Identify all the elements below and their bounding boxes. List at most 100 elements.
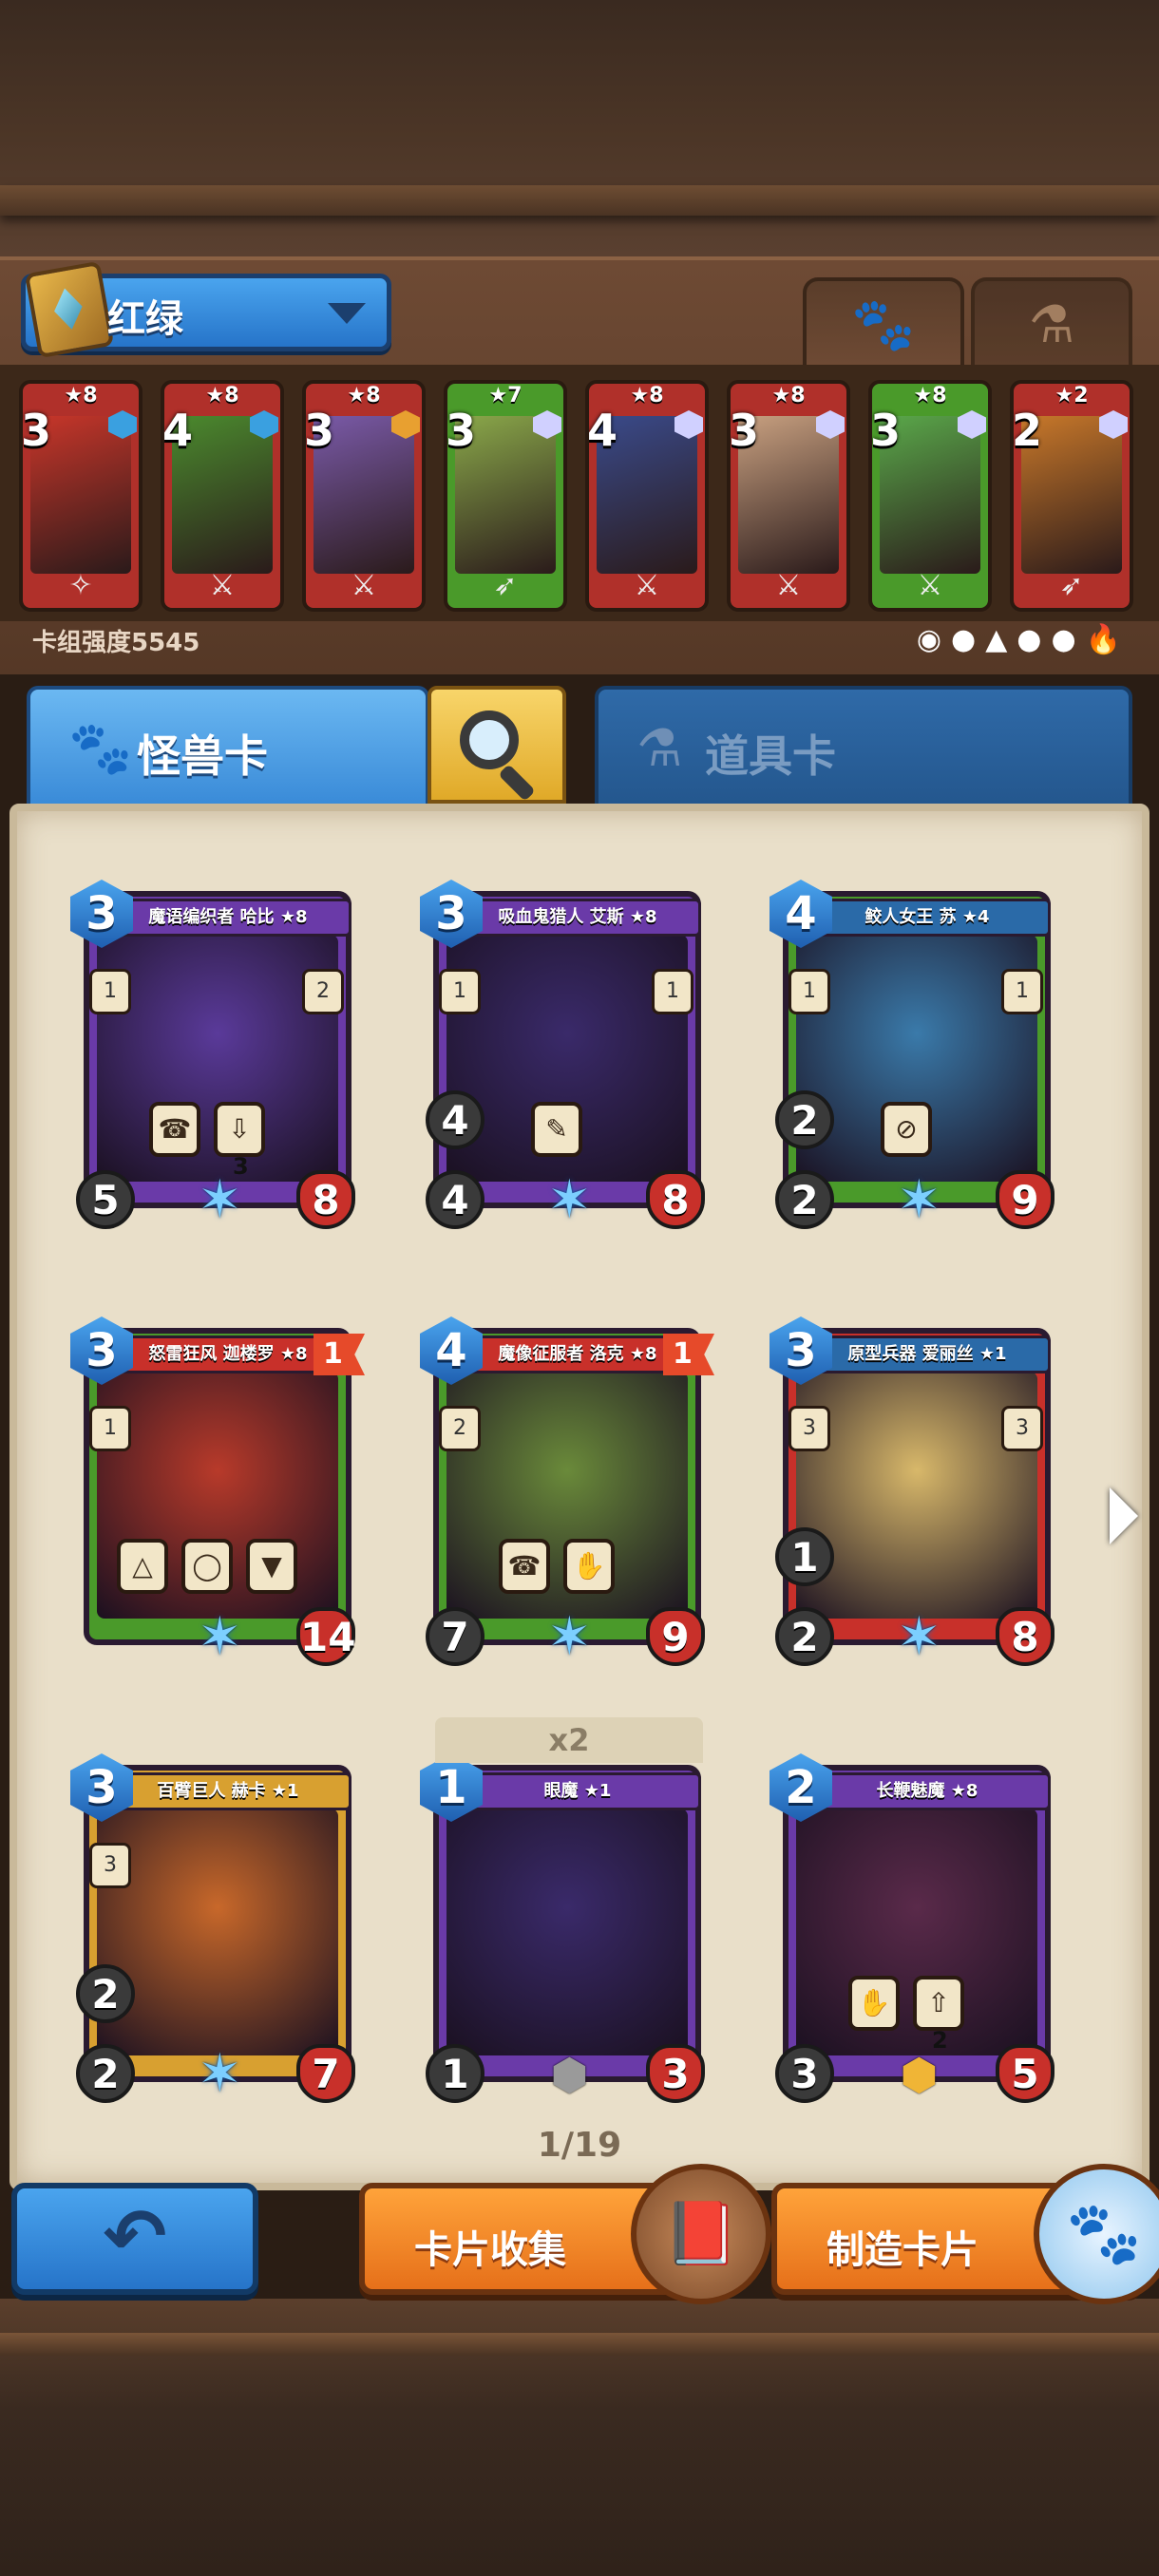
card-collection-button[interactable]: 卡片收集 📕 bbox=[359, 2164, 771, 2304]
search-button[interactable] bbox=[428, 686, 566, 804]
deck-card[interactable]: ★8 3 ⚔ bbox=[868, 380, 992, 612]
card-art bbox=[97, 1809, 338, 2055]
rarity-star-icon: ✶ bbox=[197, 1606, 242, 1668]
card-cost: 4 bbox=[162, 405, 194, 456]
card-health: 8 bbox=[296, 1170, 355, 1229]
card-extra-stat: 4 bbox=[426, 1090, 484, 1149]
deck-card[interactable]: ★7 3 ➶ bbox=[444, 380, 567, 612]
rarity-star-icon: ✶ bbox=[197, 2043, 242, 2105]
collection-card[interactable]: 眼魔 ★1 1 1 3 ⬢ bbox=[420, 1752, 705, 2103]
card-side-stat-left: 2 bbox=[439, 1406, 481, 1451]
paw-icon: 🐾 bbox=[68, 718, 133, 778]
collection-card[interactable]: 鲛人女王 苏 ★4 4 1 1 2 2 9 ✶ ⊘ bbox=[770, 878, 1054, 1231]
card-attack: 1 bbox=[426, 2044, 484, 2103]
collection-card[interactable]: 怒雷狂风 迦楼罗 ★8 3 1 1 14 ✶ △ ◯ ▼ bbox=[70, 1315, 365, 1668]
back-button[interactable]: ↶ bbox=[11, 2183, 258, 2295]
ability-icon: ▼ bbox=[246, 1539, 297, 1594]
bottom-wood-border bbox=[0, 2299, 1159, 2576]
card-extra-stat: 2 bbox=[775, 1090, 834, 1149]
card-name: 鲛人女王 苏 ★4 bbox=[804, 899, 1051, 937]
weapon-icon: ⚔ bbox=[634, 569, 660, 602]
collection-card[interactable]: 百臂巨人 赫卡 ★1 3 3 2 2 7 ✶ bbox=[70, 1752, 355, 2105]
chevron-down-icon bbox=[328, 303, 366, 324]
card-attack: 3 bbox=[775, 2044, 834, 2103]
collection-card[interactable]: 魔语编织者 哈比 ★8 3 1 2 5 8 ✶ ☎ ⇩ 3 bbox=[70, 878, 355, 1231]
card-health: 9 bbox=[646, 1607, 705, 1666]
card-art bbox=[446, 1809, 688, 2055]
card-name: 百臂巨人 赫卡 ★1 bbox=[104, 1772, 352, 1810]
weapon-icon: ⚔ bbox=[917, 569, 943, 602]
collection-card[interactable]: 长鞭魅魔 ★8 2 3 5 ⬢ ✋ ⇧ 2 bbox=[770, 1752, 1054, 2103]
card-health: 9 bbox=[996, 1170, 1054, 1229]
collection-card[interactable]: 原型兵器 爱丽丝 ★1 3 3 3 1 2 8 ✶ bbox=[770, 1315, 1054, 1668]
deck-book-icon bbox=[24, 260, 115, 359]
deck-name: 红绿 bbox=[107, 297, 183, 341]
card-side-stat-left: 1 bbox=[89, 969, 131, 1014]
deck-card[interactable]: ★8 4 ⚔ bbox=[585, 380, 709, 612]
ability-icon: △ bbox=[117, 1539, 168, 1594]
rarity-star-icon: ✶ bbox=[546, 1606, 592, 1668]
deck-card[interactable]: ★8 4 ⚔ bbox=[161, 380, 284, 612]
card-name: 眼魔 ★1 bbox=[454, 1772, 701, 1810]
card-cost: 4 bbox=[587, 405, 618, 456]
card-side-stat-right: 1 bbox=[1001, 969, 1043, 1014]
card-attack: 4 bbox=[426, 1170, 484, 1229]
back-arrow-icon: ↶ bbox=[103, 2192, 167, 2281]
ability-icon: ⇧ bbox=[913, 1976, 964, 2031]
card-name: 长鞭魅魔 ★8 bbox=[804, 1772, 1051, 1810]
card-cost: 2 bbox=[1012, 405, 1043, 456]
card-side-stat-right: 2 bbox=[302, 969, 344, 1014]
weapon-icon: ⚔ bbox=[351, 569, 377, 602]
tab-deck-items[interactable]: ⚗ bbox=[971, 277, 1132, 365]
search-icon bbox=[460, 710, 519, 769]
collection-card[interactable]: 吸血鬼猎人 艾斯 ★8 3 1 1 4 4 8 ✶ ✎ bbox=[420, 878, 705, 1231]
card-name: 吸血鬼猎人 艾斯 ★8 bbox=[454, 899, 701, 937]
card-extra-stat: 1 bbox=[775, 1527, 834, 1586]
deck-card[interactable]: ★8 3 ⚔ bbox=[727, 380, 850, 612]
ability-icon: ✋ bbox=[848, 1976, 900, 2031]
deck-selector-dropdown[interactable]: 红绿 bbox=[21, 260, 391, 359]
tab-item-cards[interactable]: ⚗ 道具卡 bbox=[595, 686, 1132, 804]
card-health: 5 bbox=[996, 2044, 1054, 2103]
potion-jar-icon: 🐾 bbox=[1034, 2164, 1159, 2304]
deck-card[interactable]: ★2 2 ➶ bbox=[1010, 380, 1133, 612]
deck-card[interactable]: ★8 3 ✧ bbox=[19, 380, 142, 612]
weapon-icon: ➶ bbox=[493, 569, 518, 602]
card-side-stat-left: 1 bbox=[788, 969, 830, 1014]
ability-icon: ⇩ bbox=[214, 1102, 265, 1157]
next-page-arrow-icon[interactable] bbox=[1110, 1487, 1138, 1544]
tab-monster-cards[interactable]: 🐾 怪兽卡 bbox=[27, 686, 429, 804]
card-health: 3 bbox=[646, 2044, 705, 2103]
weapon-icon: ⚔ bbox=[775, 569, 802, 602]
card-name: 原型兵器 爱丽丝 ★1 bbox=[804, 1335, 1051, 1373]
card-cost: 3 bbox=[304, 405, 335, 456]
card-attack: 5 bbox=[76, 1170, 135, 1229]
ability-icon: ✋ bbox=[563, 1539, 615, 1594]
card-collection-label: 卡片收集 bbox=[414, 2228, 566, 2272]
card-health: 8 bbox=[646, 1170, 705, 1229]
potion-icon: ⚗ bbox=[1028, 294, 1075, 354]
top-wood-border bbox=[0, 0, 1159, 256]
collection-card[interactable]: 魔像征服者 洛克 ★8 4 2 1 7 9 ✶ ☎ ✋ bbox=[420, 1315, 714, 1668]
ability-icon: ☎ bbox=[149, 1102, 200, 1157]
card-attack: 2 bbox=[775, 1607, 834, 1666]
ability-value: 3 bbox=[233, 1153, 249, 1180]
card-side-stat-left: 1 bbox=[89, 1406, 131, 1451]
craft-card-button[interactable]: 制造卡片 🐾 bbox=[771, 2164, 1159, 2304]
deck-strength-label: 卡组强度5545 bbox=[32, 629, 200, 657]
rarity-star-icon: ✶ bbox=[546, 1169, 592, 1231]
tab-deck-monsters[interactable]: 🐾 bbox=[803, 277, 964, 365]
ability-icon: ◯ bbox=[181, 1539, 233, 1594]
card-attack: 2 bbox=[76, 2044, 135, 2103]
deck-card[interactable]: ★8 3 ⚔ bbox=[302, 380, 426, 612]
weapon-icon: ➶ bbox=[1059, 569, 1084, 602]
card-book-icon: 📕 bbox=[631, 2164, 771, 2304]
card-attack: 2 bbox=[775, 1170, 834, 1229]
element-filter-icons[interactable]: ◉●▲●●🔥 bbox=[917, 623, 1130, 656]
rarity-star-icon: ⬢ bbox=[550, 2049, 589, 2100]
page-indicator: 1/19 bbox=[537, 2126, 622, 2165]
card-extra-stat: 2 bbox=[76, 1964, 135, 2023]
card-name: 魔语编织者 哈比 ★8 bbox=[104, 899, 352, 937]
weapon-icon: ✧ bbox=[68, 569, 93, 602]
card-attack: 7 bbox=[426, 1607, 484, 1666]
